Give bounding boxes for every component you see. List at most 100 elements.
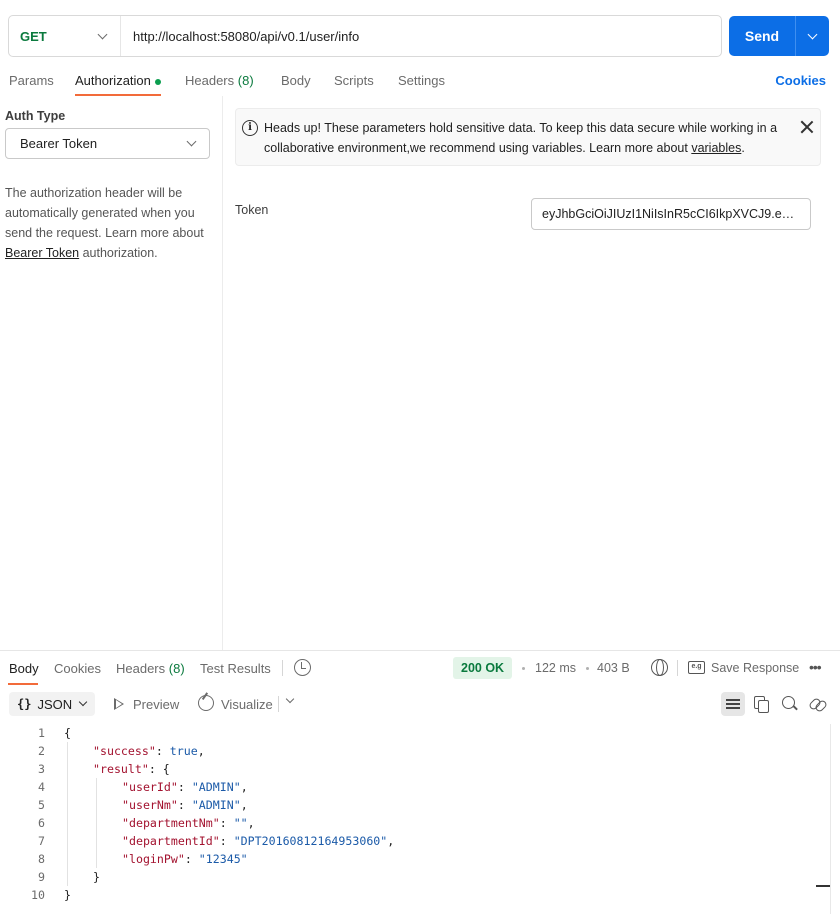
tab-scripts[interactable]: Scripts bbox=[334, 73, 374, 88]
json-key: "success" bbox=[93, 744, 156, 758]
cookies-link[interactable]: Cookies bbox=[775, 73, 826, 88]
code-line: 2 "success": true, bbox=[0, 742, 816, 760]
json-punctuation: } bbox=[64, 888, 71, 902]
line-content: "result": { bbox=[93, 760, 170, 778]
tab-headers[interactable]: Headers (8) bbox=[185, 73, 254, 88]
chevron-down-icon bbox=[807, 29, 818, 39]
code-line: 4 "userId": "ADMIN", bbox=[0, 778, 816, 796]
json-key: "departmentId" bbox=[122, 834, 220, 848]
response-tab-cookies[interactable]: Cookies bbox=[54, 661, 101, 676]
line-content: "departmentNm": "", bbox=[122, 814, 255, 832]
json-string: "ADMIN" bbox=[191, 798, 241, 812]
json-punctuation: } bbox=[93, 870, 100, 884]
info-icon: i bbox=[242, 120, 258, 136]
notice-suffix: . bbox=[741, 141, 745, 155]
json-boolean: true bbox=[169, 744, 198, 758]
more-options-icon[interactable]: ••• bbox=[809, 659, 822, 675]
line-number: 10 bbox=[31, 888, 45, 902]
line-content: "userId": "ADMIN", bbox=[122, 778, 248, 796]
active-dot-icon bbox=[154, 78, 161, 85]
response-tab-test-results[interactable]: Test Results bbox=[200, 661, 271, 676]
chevron-down-icon[interactable] bbox=[285, 694, 295, 704]
json-punctuation: : bbox=[177, 780, 192, 794]
json-key: "userId" bbox=[122, 780, 178, 794]
line-number: 5 bbox=[38, 798, 45, 812]
json-key: "result" bbox=[93, 762, 149, 776]
auth-type-select[interactable]: Bearer Token bbox=[5, 128, 210, 159]
token-input[interactable]: eyJhbGciOiJIUzI1NiIsInR5cCI6IkpXVCJ9.eyJ… bbox=[531, 198, 811, 230]
line-number: 3 bbox=[38, 762, 45, 776]
globe-icon[interactable] bbox=[651, 659, 668, 676]
json-punctuation: , bbox=[240, 798, 248, 812]
send-button[interactable]: Send bbox=[729, 16, 796, 56]
send-dropdown-button[interactable] bbox=[796, 16, 829, 56]
line-number: 4 bbox=[38, 780, 45, 794]
close-icon[interactable] bbox=[800, 120, 814, 134]
bearer-token-link[interactable]: Bearer Token bbox=[5, 246, 79, 260]
json-punctuation: , bbox=[387, 834, 395, 848]
code-line: 5 "userNm": "ADMIN", bbox=[0, 796, 816, 814]
tab-body[interactable]: Body bbox=[281, 73, 311, 88]
line-number: 9 bbox=[38, 870, 45, 884]
response-tab-headers[interactable]: Headers (8) bbox=[116, 661, 185, 676]
request-tabs: Params Authorization Headers (8) Body Sc… bbox=[0, 66, 840, 96]
response-body-code[interactable]: 1{2 "success": true, 3 "result": {4 "userId"… bbox=[0, 724, 816, 904]
json-punctuation: , bbox=[197, 744, 205, 758]
method-label: GET bbox=[20, 28, 47, 44]
json-punctuation: , bbox=[240, 780, 248, 794]
code-line: 10} bbox=[0, 886, 816, 904]
active-tab-underline bbox=[75, 94, 161, 96]
chevron-down-icon bbox=[97, 29, 108, 39]
divider bbox=[677, 660, 678, 676]
line-number: 2 bbox=[38, 744, 45, 758]
scrollbar-thumb[interactable] bbox=[816, 885, 830, 887]
save-response-button[interactable]: Save Response bbox=[711, 661, 799, 675]
line-content: } bbox=[93, 868, 100, 886]
json-punctuation: : bbox=[184, 852, 199, 866]
json-punctuation: : bbox=[219, 816, 234, 830]
json-punctuation: { bbox=[64, 726, 71, 740]
code-line: 9} bbox=[0, 868, 816, 886]
tab-headers-label: Headers bbox=[185, 73, 235, 88]
tab-authorization[interactable]: Authorization bbox=[75, 73, 161, 88]
divider bbox=[282, 660, 283, 676]
url-bar: GET http://localhost:58080/api/v0.1/user… bbox=[8, 15, 722, 57]
line-content: "departmentId": "DPT20160812164953060", bbox=[122, 832, 394, 850]
format-select[interactable]: {} JSON bbox=[9, 692, 95, 716]
response-tab-headers-label: Headers bbox=[116, 661, 166, 676]
code-line: 1{ bbox=[0, 724, 816, 742]
response-time[interactable]: 122 ms bbox=[535, 661, 576, 675]
response-active-underline bbox=[8, 683, 38, 685]
response-size[interactable]: 403 B bbox=[597, 661, 630, 675]
history-icon[interactable] bbox=[294, 659, 311, 676]
tab-params[interactable]: Params bbox=[9, 73, 54, 88]
json-punctuation: : { bbox=[148, 762, 170, 776]
line-content: "userNm": "ADMIN", bbox=[122, 796, 248, 814]
variables-link[interactable]: variables bbox=[691, 141, 741, 155]
save-response-icon: e.g bbox=[688, 661, 705, 674]
response-tab-body[interactable]: Body bbox=[9, 661, 39, 676]
search-icon[interactable] bbox=[777, 692, 801, 716]
url-input[interactable]: http://localhost:58080/api/v0.1/user/inf… bbox=[121, 29, 359, 44]
chevron-down-icon bbox=[186, 136, 197, 147]
json-punctuation: : bbox=[155, 744, 170, 758]
tab-authorization-label: Authorization bbox=[75, 73, 151, 88]
json-key: "departmentNm" bbox=[122, 816, 220, 830]
separator-dot bbox=[586, 667, 589, 670]
wrap-lines-icon[interactable] bbox=[721, 692, 745, 716]
preview-button[interactable]: Preview bbox=[133, 697, 179, 712]
visualize-button[interactable]: Visualize bbox=[221, 697, 273, 712]
auth-type-label: Auth Type bbox=[5, 109, 66, 123]
chevron-down-icon bbox=[78, 697, 88, 707]
code-line: 6 "departmentNm": "", bbox=[0, 814, 816, 832]
panel-divider bbox=[222, 96, 223, 650]
method-select[interactable]: GET bbox=[9, 16, 121, 56]
scrollbar-track[interactable] bbox=[830, 724, 831, 914]
divider bbox=[278, 696, 279, 712]
copy-icon[interactable] bbox=[749, 692, 773, 716]
json-string: "" bbox=[233, 816, 248, 830]
tab-settings[interactable]: Settings bbox=[398, 73, 445, 88]
status-badge[interactable]: 200 OK bbox=[453, 657, 513, 679]
line-number: 1 bbox=[38, 726, 45, 740]
link-icon[interactable] bbox=[805, 692, 829, 716]
